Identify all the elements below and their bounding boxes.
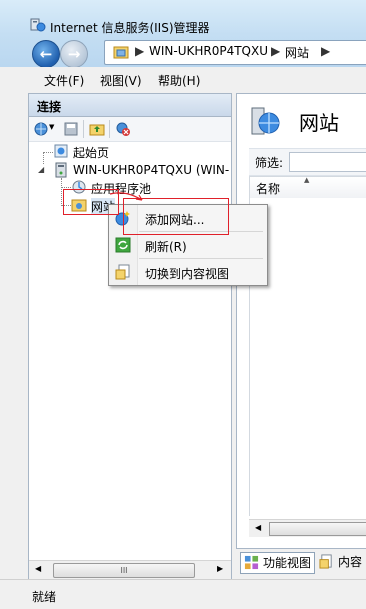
toolbar-divider xyxy=(83,120,84,138)
tree-item-start-page[interactable]: 起始页 xyxy=(73,144,109,161)
scroll-right-icon[interactable]: ▶ xyxy=(217,564,223,573)
iis-manager-icon xyxy=(30,18,46,32)
menu-file[interactable]: 文件(F) xyxy=(44,72,84,89)
address-segment-server[interactable]: WIN-UKHR0P4TQXU xyxy=(149,44,268,58)
up-folder-icon[interactable] xyxy=(89,121,105,137)
tab-content-view[interactable]: 内容 xyxy=(316,552,365,572)
scroll-left-icon[interactable]: ◀ xyxy=(35,564,41,573)
tree-item-server[interactable]: WIN-UKHR0P4TQXU (WIN-UK xyxy=(73,163,229,177)
address-segment-sites[interactable]: 网站 xyxy=(285,44,309,61)
status-bar: 就绪 xyxy=(0,579,366,609)
menu-item-refresh[interactable]: 刷新(R) xyxy=(111,234,264,256)
features-view-icon xyxy=(244,555,259,570)
tab-content-label: 内容 xyxy=(338,555,363,569)
scroll-thumb[interactable]: III xyxy=(53,563,195,578)
disconnect-icon[interactable] xyxy=(115,121,131,137)
menu-item-switch-content-view[interactable]: 切换到内容视图 xyxy=(111,261,264,283)
column-name-label: 名称 xyxy=(256,182,281,196)
tree-connector xyxy=(61,178,62,206)
connections-pane: 连接 ▼ 起始页 ◢ WIN-UKHR0P4TQXU (WIN-UK 应用程序池… xyxy=(28,93,232,581)
connections-toolbar: ▼ xyxy=(29,117,231,142)
scroll-grip: III xyxy=(120,566,128,575)
tree-connector xyxy=(61,187,71,188)
tree-connector xyxy=(43,152,44,164)
sites-globe-icon xyxy=(251,107,280,135)
view-tabs: 功能视图 内容 xyxy=(236,549,366,577)
sites-content-pane: 网站 筛选: 名称 ▲ ◀ xyxy=(236,93,366,549)
sites-hscrollbar[interactable]: ◀ xyxy=(249,519,366,537)
content-view-icon xyxy=(319,554,332,569)
folder-icon xyxy=(113,46,129,59)
filter-bar: 筛选: xyxy=(249,148,366,176)
arrow-left-icon: ← xyxy=(39,45,53,63)
arrow-right-icon: → xyxy=(67,45,81,63)
tree-connector xyxy=(43,152,53,153)
content-view-icon xyxy=(115,264,130,280)
chevron-right-icon: ▶ xyxy=(135,44,145,58)
dropdown-arrow-icon[interactable]: ▼ xyxy=(49,123,54,131)
filter-input[interactable] xyxy=(289,152,366,172)
address-bar[interactable]: ▶ WIN-UKHR0P4TQXU ▶ 网站 ▶ xyxy=(104,40,366,65)
chevron-right-icon: ▶ xyxy=(271,44,281,58)
tab-features-label: 功能视图 xyxy=(263,556,312,570)
window-title: Internet 信息服务(IIS)管理器 xyxy=(50,21,210,35)
page-title: 网站 xyxy=(299,111,339,135)
filter-label: 筛选: xyxy=(255,156,284,170)
save-icon[interactable] xyxy=(63,121,79,137)
start-page-icon xyxy=(54,144,68,158)
menu-separator xyxy=(139,258,263,259)
tree-expander-icon[interactable]: ◢ xyxy=(38,165,44,174)
column-header-name[interactable]: 名称 ▲ xyxy=(249,176,366,199)
server-icon xyxy=(55,162,67,178)
switch-content-label: 切换到内容视图 xyxy=(145,267,230,281)
tab-features-view[interactable]: 功能视图 xyxy=(240,552,316,574)
menu-bar: 文件(F) 视图(V) 帮助(H) xyxy=(0,67,366,91)
status-text: 就绪 xyxy=(32,590,57,604)
scroll-left-icon[interactable]: ◀ xyxy=(255,523,261,532)
annotation-arrow-icon xyxy=(109,192,143,201)
connections-hscrollbar[interactable]: ◀ III ▶ xyxy=(29,560,231,579)
forward-button[interactable]: → xyxy=(60,40,88,68)
connections-header: 连接 xyxy=(29,94,231,117)
menu-help[interactable]: 帮助(H) xyxy=(158,72,200,89)
sort-ascending-icon: ▲ xyxy=(304,176,310,184)
connections-title: 连接 xyxy=(37,100,62,114)
title-bar: Internet 信息服务(IIS)管理器 ← → ▶ WIN-UKHR0P4T… xyxy=(0,0,366,76)
menu-view[interactable]: 视图(V) xyxy=(100,72,142,89)
chevron-right-icon: ▶ xyxy=(321,44,331,58)
connect-globe-icon[interactable] xyxy=(33,121,49,137)
scroll-thumb[interactable] xyxy=(269,522,366,536)
refresh-icon xyxy=(115,237,131,253)
back-button[interactable]: ← xyxy=(32,40,60,68)
toolbar-divider xyxy=(109,120,110,138)
refresh-label: 刷新(R) xyxy=(145,240,187,254)
